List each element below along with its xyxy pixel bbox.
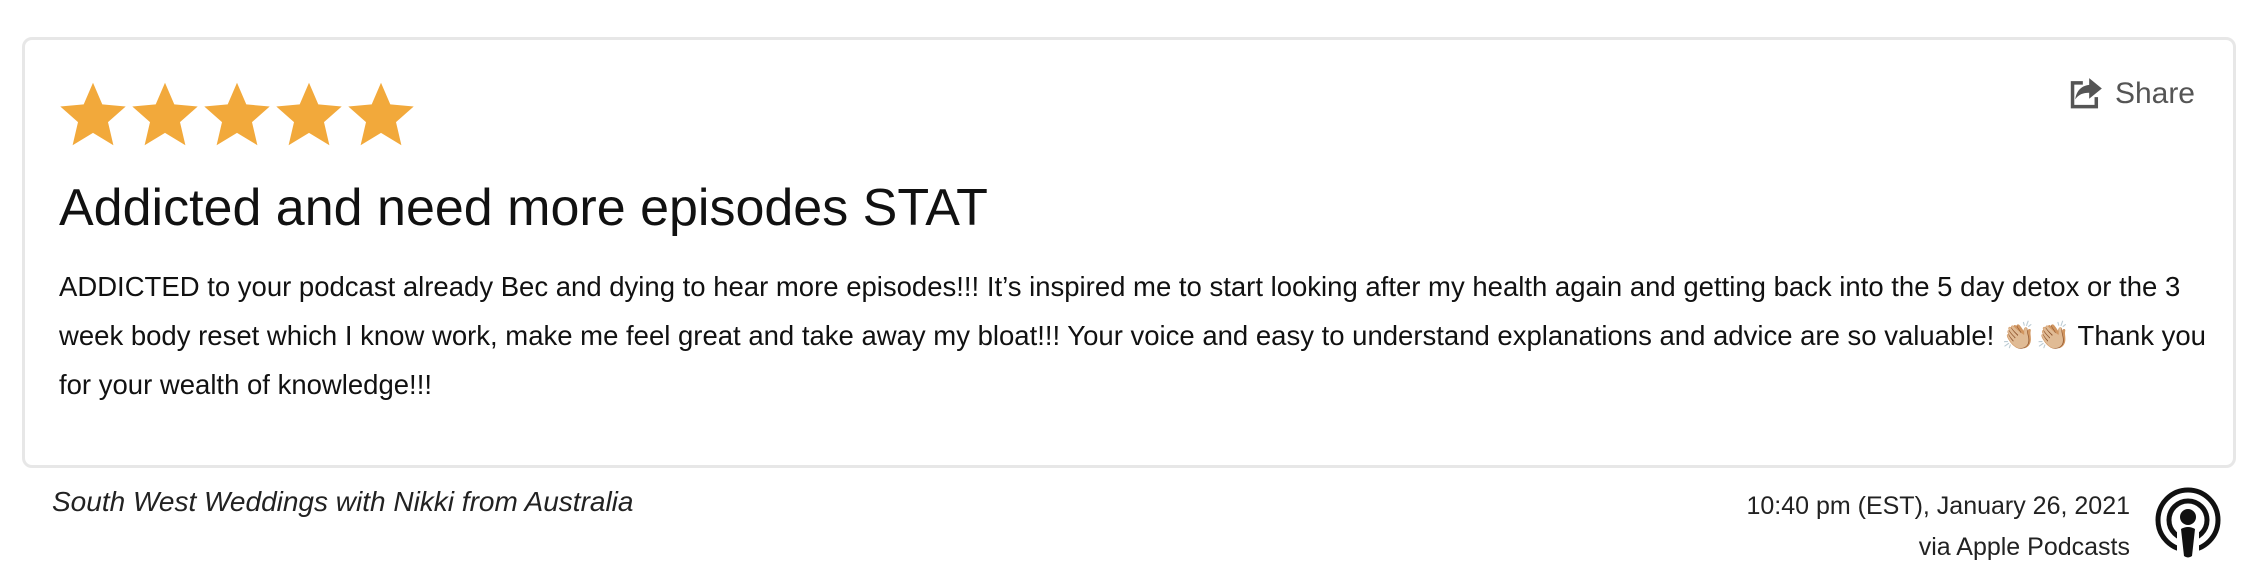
reviewer-name: South West Weddings with Nikki from Aust… — [52, 486, 634, 517]
share-button[interactable]: Share — [2067, 75, 2195, 113]
star-icon — [60, 82, 126, 146]
apple-podcasts-icon — [2155, 487, 2221, 560]
star-icon — [348, 82, 414, 146]
star-icon — [132, 82, 198, 146]
star-icon — [276, 82, 342, 146]
share-label: Share — [2114, 77, 2195, 110]
review-source: via Apple Podcasts — [1918, 533, 2130, 561]
share-icon — [2070, 78, 2102, 109]
review-title: Addicted and need more episodes STAT — [59, 179, 988, 237]
review-body: ADDICTED to your podcast already Bec and… — [59, 271, 2206, 400]
review-card: Share Addicted and need more episodes ST… — [22, 37, 2236, 468]
review-timestamp: 10:40 pm (EST), January 26, 2021 — [1746, 492, 2130, 520]
review-meta: 10:40 pm (EST), January 26, 2021 via App… — [1746, 486, 2130, 568]
star-rating — [57, 78, 417, 150]
star-icon — [204, 82, 270, 146]
